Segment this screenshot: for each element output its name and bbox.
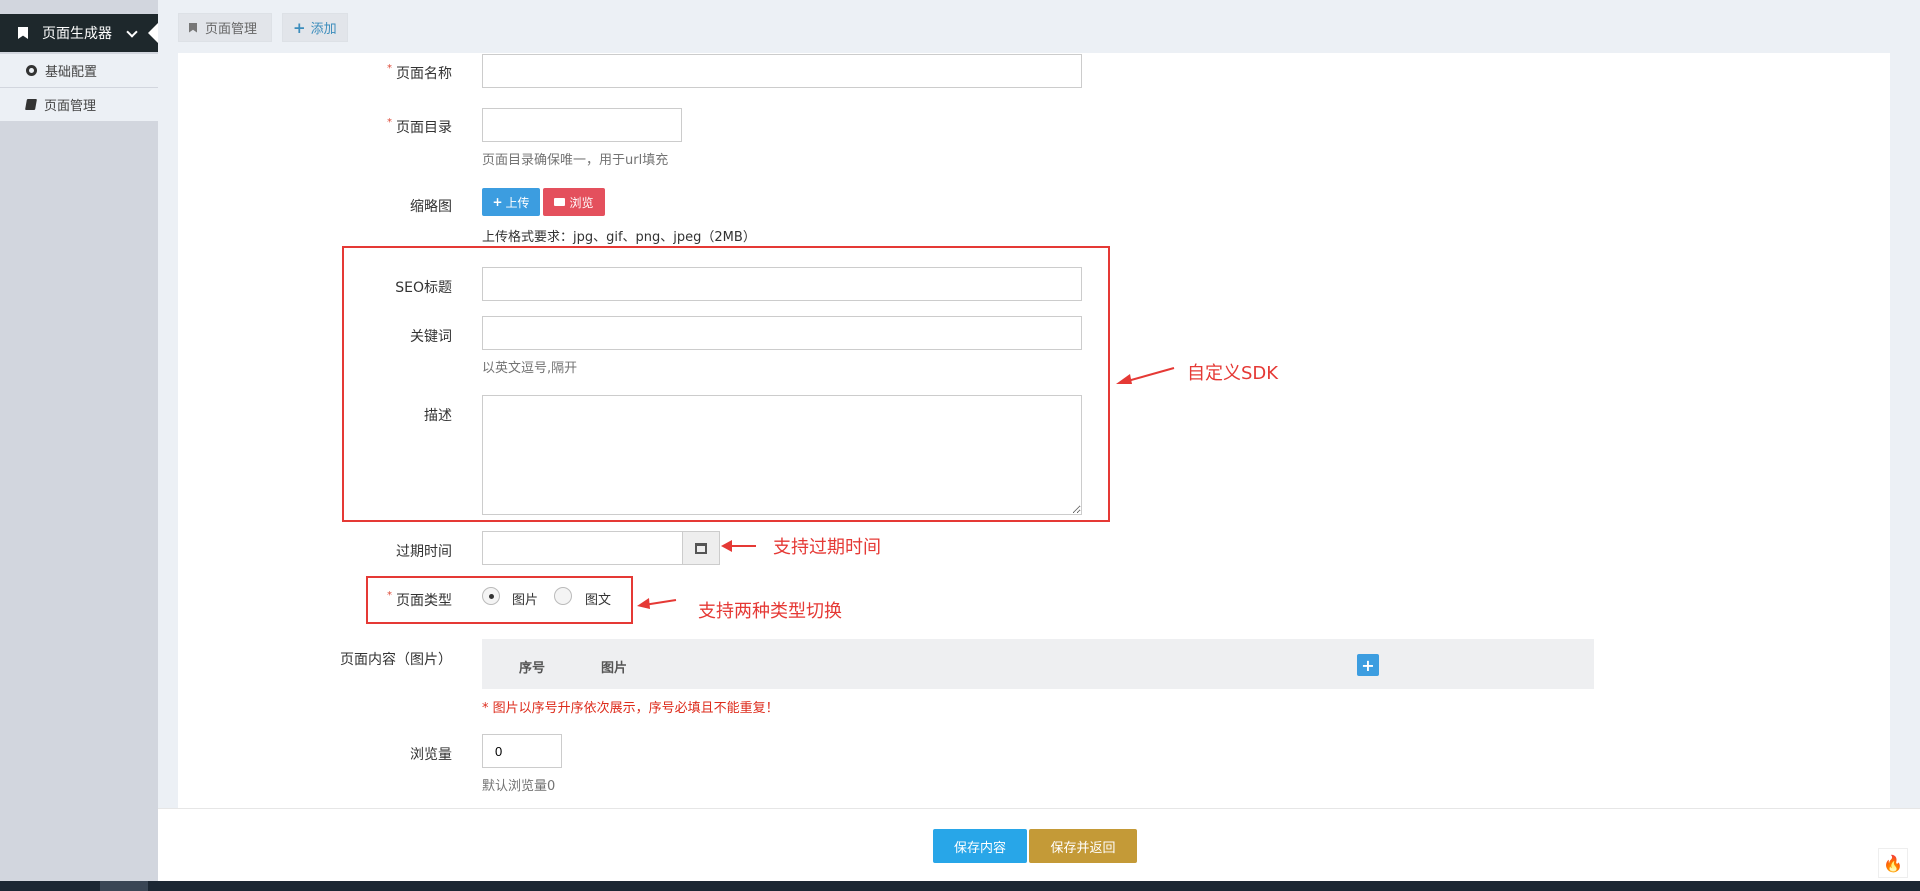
tab-label: 页面管理: [205, 22, 258, 37]
sidebar-header-label: 页面生成器: [42, 26, 112, 42]
page-content-label: 页面内容（图片）: [340, 652, 452, 668]
annotation-arrow-sdk: [1116, 367, 1175, 384]
sidebar-item-page-management[interactable]: 页面管理: [0, 88, 158, 121]
page-content-warning: * 图片以序号升序依次展示，序号必填且不能重复！: [482, 701, 779, 716]
sidebar-item-label: 页面管理: [44, 99, 97, 114]
annotation-type-switch: 支持两种类型切换: [698, 601, 842, 622]
browse-button[interactable]: 浏览: [543, 188, 605, 216]
plus-icon: +: [293, 18, 306, 37]
thumbnail-label: 缩略图: [410, 199, 452, 215]
page-dir-input[interactable]: [482, 108, 682, 142]
seo-title-label: SEO标题: [395, 280, 452, 296]
annotation-expire-time: 支持过期时间: [773, 537, 881, 558]
column-header-index: 序号: [519, 661, 546, 676]
keywords-label: 关键词: [410, 329, 452, 345]
annotation-arrow-type: [637, 598, 677, 609]
sidebar-header-page-builder[interactable]: 页面生成器: [0, 14, 158, 52]
expire-time-label: 过期时间: [396, 544, 452, 560]
tab-page-management[interactable]: 页面管理: [178, 13, 272, 42]
bookmark-icon: [189, 22, 197, 33]
page-name-input[interactable]: [482, 54, 1082, 88]
page-content-table-header: [482, 639, 1594, 689]
page-type-label: * 页面类型: [387, 590, 452, 609]
save-and-return-button[interactable]: 保存并返回: [1029, 829, 1137, 863]
upload-format-note: 上传格式要求：jpg、gif、png、jpeg（2MB）: [482, 230, 756, 245]
active-notch: [148, 23, 158, 43]
column-header-image: 图片: [601, 661, 628, 676]
book-icon: [25, 99, 37, 110]
folder-icon: [554, 198, 566, 206]
seo-title-input[interactable]: [482, 267, 1082, 301]
taskbar-item[interactable]: [100, 881, 148, 891]
gear-icon: [26, 65, 37, 76]
page-dir-help: 页面目录确保唯一，用于url填充: [482, 153, 669, 168]
expire-time-input[interactable]: [482, 531, 683, 565]
page-dir-label: * 页面目录: [387, 117, 452, 136]
tab-bar: 页面管理 + 添加: [158, 0, 1920, 53]
views-help: 默认浏览量0: [482, 779, 556, 794]
tab-add[interactable]: + 添加: [282, 13, 348, 42]
calendar-button[interactable]: [682, 531, 720, 565]
bookmark-icon: [18, 27, 28, 39]
page-type-option-image-text: 图文: [585, 593, 612, 608]
page-type-option-image: 图片: [512, 593, 539, 608]
views-label: 浏览量: [410, 747, 452, 763]
sidebar-item-label: 基础配置: [45, 65, 98, 80]
annotation-arrow-expire: [721, 540, 756, 552]
page-name-label: * 页面名称: [387, 63, 452, 82]
description-textarea[interactable]: [482, 395, 1082, 515]
calendar-icon: [695, 542, 707, 554]
save-button[interactable]: 保存内容: [933, 829, 1027, 863]
annotation-custom-sdk: 自定义SDK: [1187, 363, 1279, 384]
os-taskbar: [0, 881, 1920, 891]
sidebar: 页面生成器 基础配置 页面管理: [0, 0, 158, 881]
upload-button[interactable]: + 上传: [482, 188, 540, 216]
keywords-help: 以英文逗号,隔开: [482, 361, 578, 376]
description-label: 描述: [424, 408, 452, 424]
keywords-input[interactable]: [482, 316, 1082, 350]
sidebar-item-basic-config[interactable]: 基础配置: [0, 54, 158, 87]
tab-label: 添加: [310, 22, 337, 37]
fire-icon[interactable]: 🔥: [1878, 848, 1908, 878]
add-row-button[interactable]: +: [1357, 654, 1379, 676]
plus-icon: +: [492, 195, 503, 209]
views-input[interactable]: [482, 734, 562, 768]
page-type-radio-image-text[interactable]: [554, 587, 572, 605]
chevron-down-icon: [126, 26, 138, 38]
page-type-radio-image[interactable]: [482, 587, 500, 605]
